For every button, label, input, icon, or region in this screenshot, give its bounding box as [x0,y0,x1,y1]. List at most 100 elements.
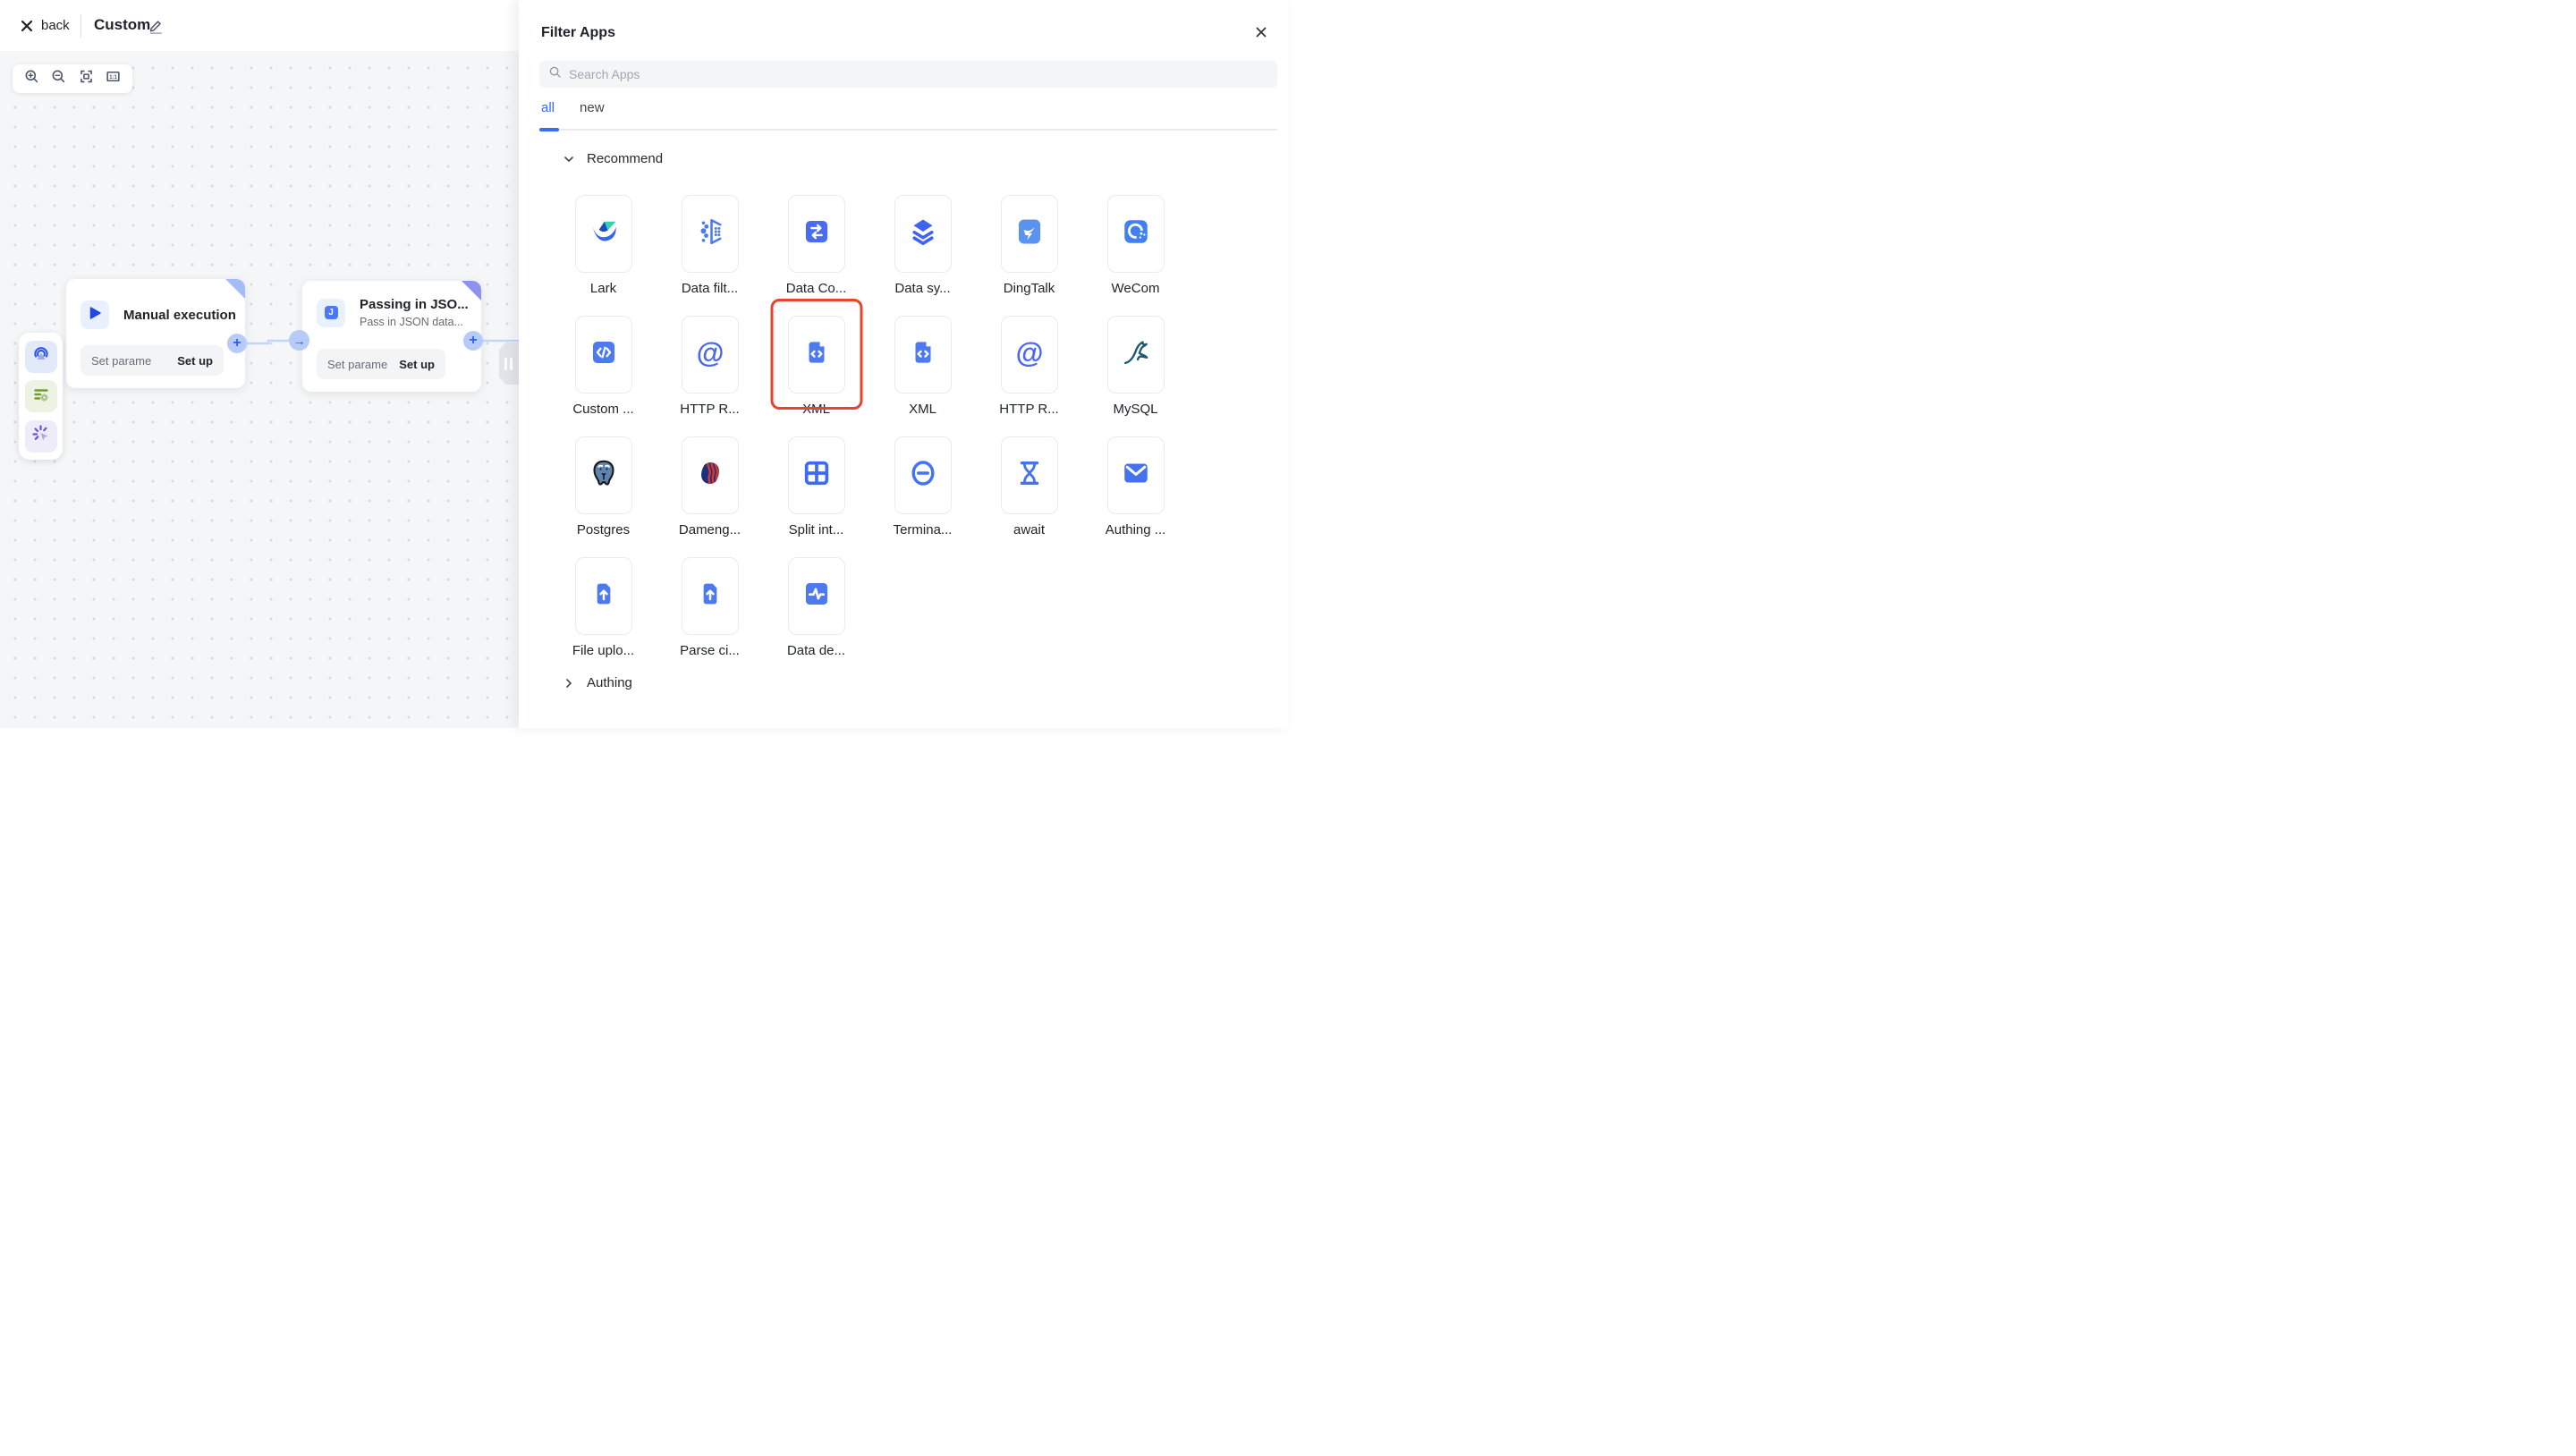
connector-arrow[interactable]: → [289,330,309,351]
node-passing-in-json[interactable]: J Passing in JSO... Pass in JSON data...… [302,281,481,392]
tab-all[interactable]: all [541,100,555,126]
app-item-termina[interactable]: Termina... [869,436,976,539]
plus-icon: + [469,333,477,349]
app-item-http-r[interactable]: @ HTTP R... [657,316,763,419]
zoom-out-icon [50,68,67,89]
http-request-icon: @ [692,334,728,375]
app-item-data-filt[interactable]: Data filt... [657,195,763,298]
app-label: DingTalk [1004,281,1055,296]
search-input[interactable] [569,67,1268,81]
app-tile[interactable] [894,436,952,514]
app-label: HTTP R... [999,402,1058,417]
app-item-split-int[interactable]: Split int... [763,436,869,539]
workflow-canvas[interactable]: 1:1 Manual execution Set parame Set up [0,51,519,728]
app-tile[interactable] [894,195,952,273]
set-up-button[interactable]: Set up [399,358,435,371]
app-item-wecom[interactable]: WeCom [1082,195,1189,298]
app-tile[interactable]: @ [682,316,739,394]
canvas-toolbar: 1:1 [13,64,132,93]
app-tile[interactable] [575,557,632,635]
app-label: HTTP R... [680,402,739,417]
app-tile[interactable]: @ [1001,316,1058,394]
app-item-data-sy[interactable]: Data sy... [869,195,976,298]
app-tile[interactable] [788,436,845,514]
app-item-data-de[interactable]: Data de... [763,557,869,660]
dameng-icon [694,457,726,494]
section-authing[interactable]: Authing [564,675,632,690]
app-tile[interactable] [788,316,845,394]
app-label: Data filt... [682,281,738,296]
add-node-button[interactable]: + [463,331,483,351]
data-detect-icon [801,579,832,614]
edit-title-button[interactable] [147,17,164,38]
app-item-custom[interactable]: Custom ... [550,316,657,419]
add-node-button[interactable]: + [227,334,247,353]
app-tile[interactable] [1107,316,1165,394]
back-button[interactable]: back [20,18,70,33]
app-label: Split int... [789,522,844,538]
section-label: Recommend [587,151,663,166]
editor-header: back Custom [0,0,519,51]
app-item-lark[interactable]: Lark [550,195,657,298]
app-tile[interactable] [894,316,952,394]
app-item-await[interactable]: await [976,436,1082,539]
back-label: back [41,18,70,33]
lark-icon [588,216,620,252]
app-item-authing[interactable]: Authing ... [1082,436,1189,539]
mail-icon [1120,457,1152,494]
app-item-mysql[interactable]: MySQL [1082,316,1189,419]
node-manual-execution[interactable]: Manual execution Set parame Set up [66,279,245,388]
app-item-xml[interactable]: XML [763,316,869,419]
app-item-http-r[interactable]: @ HTTP R... [976,316,1082,419]
app-label: Lark [590,281,616,296]
app-item-parse-ci[interactable]: Parse ci... [657,557,763,660]
one-to-one-zoom-button[interactable]: 1:1 [104,69,123,89]
app-tile[interactable] [788,195,845,273]
set-parameter-label: Set parame [327,358,387,371]
app-tile[interactable] [575,436,632,514]
zoom-in-button[interactable] [21,69,41,89]
app-tile[interactable] [682,557,739,635]
app-label: Data sy... [894,281,950,296]
node-setup-bar[interactable]: Set parame Set up [80,345,224,376]
header-divider [80,14,81,38]
app-tile[interactable] [1001,436,1058,514]
fit-view-button[interactable] [76,69,96,89]
flow-settings-button[interactable] [25,380,57,412]
app-item-dingtalk[interactable]: DingTalk [976,195,1082,298]
app-label: Termina... [894,522,953,538]
app-label: Postgres [577,522,630,538]
app-item-dameng[interactable]: Dameng... [657,436,763,539]
zoom-out-button[interactable] [49,69,69,89]
app-search-box[interactable] [539,61,1277,88]
app-tile[interactable] [575,195,632,273]
app-tile[interactable] [1001,195,1058,273]
tab-new[interactable]: new [580,100,605,126]
app-item-data-co[interactable]: Data Co... [763,195,869,298]
section-recommend[interactable]: Recommend [564,151,663,166]
filter-apps-panel: Filter Apps all new Recommend Lark Data f… [519,0,1288,728]
panel-close-button[interactable] [1255,26,1267,43]
app-tile[interactable] [1107,436,1165,514]
app-tile[interactable] [1107,195,1165,273]
data-sync-icon [907,216,939,252]
app-tile[interactable] [788,557,845,635]
chevron-right-icon [564,678,574,689]
action-node-button[interactable] [25,420,57,453]
fit-view-icon [78,68,95,89]
app-tile[interactable] [682,195,739,273]
app-label: MySQL [1113,402,1157,417]
app-item-postgres[interactable]: Postgres [550,436,657,539]
trigger-node-button[interactable] [25,341,57,373]
app-tile[interactable] [682,436,739,514]
node-setup-bar[interactable]: Set parame Set up [317,349,445,379]
app-tile[interactable] [575,316,632,394]
node-title: Manual execution [123,308,231,323]
panel-title: Filter Apps [541,25,615,41]
set-up-button[interactable]: Set up [177,354,213,368]
app-item-xml[interactable]: XML [869,316,976,419]
file-upload-icon [589,580,618,613]
app-label: Authing ... [1106,522,1166,538]
app-item-file-uplo[interactable]: File uplo... [550,557,657,660]
data-filter-icon [694,216,726,252]
